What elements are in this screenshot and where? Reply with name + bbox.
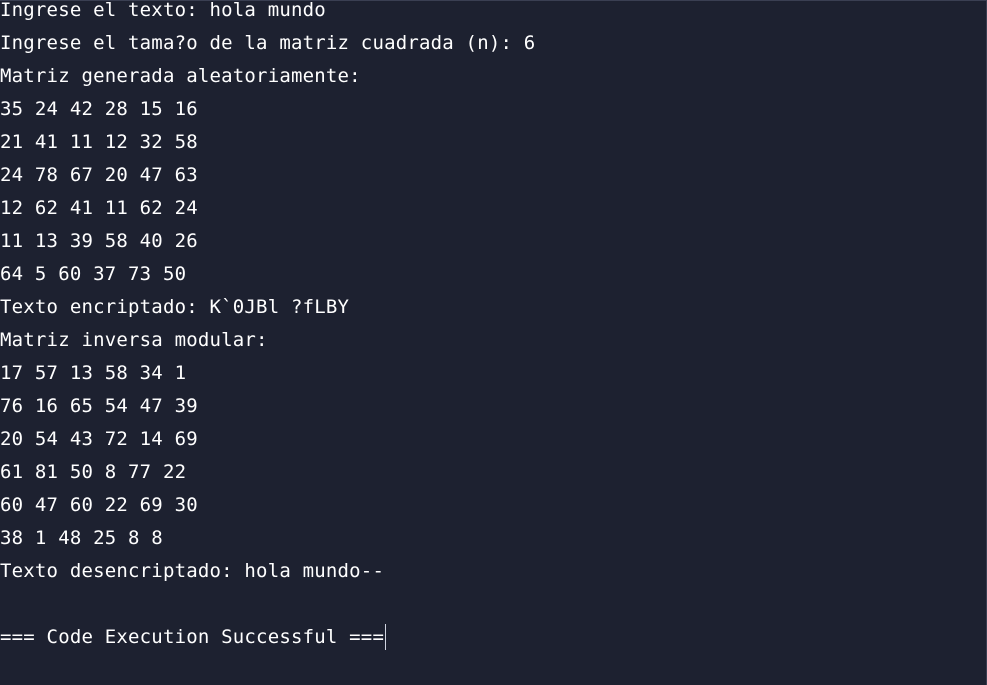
output-line-execution-status: === Code Execution Successful === [0, 624, 387, 650]
output-line-inverse-row: 17 57 13 58 34 1 [0, 362, 187, 384]
output-line-matrix-row: 21 41 11 12 32 58 [0, 131, 198, 153]
output-line-inverse-row: 76 16 65 54 47 39 [0, 395, 198, 417]
execution-status-text: === Code Execution Successful === [0, 626, 385, 648]
output-line-matrix-header: Matriz generada aleatoriamente: [0, 65, 361, 87]
output-console[interactable]: Ingrese el texto: hola mundo Ingrese el … [0, 0, 987, 685]
output-line-matrix-row: 12 62 41 11 62 24 [0, 197, 198, 219]
output-line-matrix-row: 64 5 60 37 73 50 [0, 263, 187, 285]
output-line-inverse-row: 38 1 48 25 8 8 [0, 527, 163, 549]
output-line-inverse-row: 60 47 60 22 69 30 [0, 494, 198, 516]
output-line-matrix-row: 35 24 42 28 15 16 [0, 98, 198, 120]
output-line-matrix-row: 24 78 67 20 47 63 [0, 164, 198, 186]
output-line-inverse-row: 20 54 43 72 14 69 [0, 428, 198, 450]
output-line-inverse-row: 61 81 50 8 77 22 [0, 461, 187, 483]
output-line-matrix-size: Ingrese el tama?o de la matriz cuadrada … [0, 32, 536, 54]
output-line-decrypted-text: Texto desencriptado: hola mundo-- [0, 560, 385, 582]
output-line-input-text: Ingrese el texto: hola mundo [0, 0, 326, 21]
output-line-inverse-header: Matriz inversa modular: [0, 329, 268, 351]
output-line-matrix-row: 11 13 39 58 40 26 [0, 230, 198, 252]
output-line-encrypted-text: Texto encriptado: K`0JBl ?fLBY [0, 296, 350, 318]
text-cursor [385, 624, 387, 650]
